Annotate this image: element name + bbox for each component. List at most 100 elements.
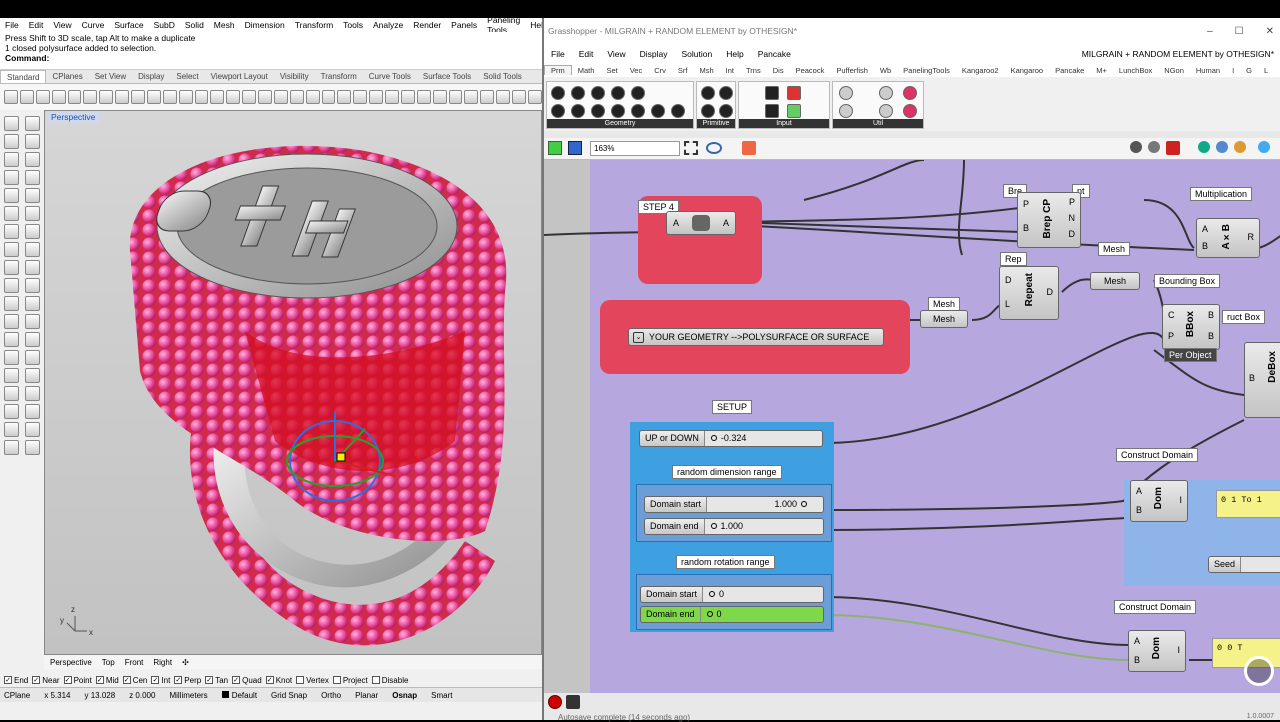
- geometry-param-icon[interactable]: [671, 104, 685, 118]
- osnap-perp[interactable]: ✓ Perp: [174, 676, 201, 685]
- status-cplane[interactable]: CPlane: [4, 691, 30, 700]
- osnap-checkbox[interactable]: ✓: [63, 676, 72, 684]
- util-param-icon[interactable]: [903, 104, 917, 118]
- tool-icon[interactable]: [4, 404, 19, 419]
- rot-domain-end-slider[interactable]: Domain end 0: [640, 606, 824, 623]
- osnap-tan[interactable]: ✓ Tan: [205, 676, 228, 685]
- view-tab-top[interactable]: Top: [102, 658, 115, 667]
- tool-icon[interactable]: [4, 116, 19, 131]
- primitive-param-icon[interactable]: [701, 104, 715, 118]
- display-mode-icon[interactable]: [1234, 141, 1246, 153]
- slider-knob[interactable]: [710, 523, 717, 529]
- gh-tab-prm[interactable]: Prm: [544, 65, 572, 75]
- tool-icon[interactable]: [4, 440, 19, 455]
- display-mode-icon[interactable]: [1258, 141, 1270, 153]
- tool-icon[interactable]: [25, 296, 40, 311]
- gh-tab-peacock[interactable]: Peacock: [790, 66, 831, 75]
- menu-subd[interactable]: SubD: [149, 20, 180, 30]
- osnap-cen[interactable]: ✓ Cen: [122, 676, 147, 685]
- menu-panels[interactable]: Panels: [446, 20, 482, 30]
- gh-tab-set[interactable]: Set: [600, 66, 623, 75]
- repeat-label[interactable]: Rep: [1000, 252, 1027, 266]
- status-units[interactable]: Millimeters: [169, 691, 207, 700]
- bounding-box-label[interactable]: Bounding Box: [1154, 274, 1221, 288]
- repeat-component[interactable]: D L D Repeat: [999, 266, 1059, 320]
- mesh2-param[interactable]: Mesh: [1090, 272, 1140, 290]
- geometry-input-param[interactable]: ⌄ YOUR GEOMETRY -->POLYSURFACE OR SURFAC…: [628, 328, 884, 346]
- tool-icon[interactable]: [25, 386, 40, 401]
- toolbar-tool-icon[interactable]: [337, 90, 352, 104]
- toolbar-tool-icon[interactable]: [353, 90, 368, 104]
- tool-icon[interactable]: [25, 440, 40, 455]
- osnap-checkbox[interactable]: ✓: [95, 676, 104, 684]
- menu-view[interactable]: View: [48, 20, 76, 30]
- gh-tab-pufferfish[interactable]: Pufferfish: [830, 66, 874, 75]
- up-or-down-slider[interactable]: UP or DOWN -0.324: [639, 430, 823, 447]
- geometry-param-icon[interactable]: [631, 86, 645, 100]
- toolbar-tool-icon[interactable]: [67, 90, 82, 104]
- tool-icon[interactable]: [4, 368, 19, 383]
- save-icon[interactable]: [568, 141, 582, 155]
- display-mode-icon[interactable]: [1198, 141, 1210, 153]
- slider-value-track[interactable]: -0.324: [704, 431, 822, 446]
- toolbar-tool-icon[interactable]: [512, 90, 526, 104]
- slider-knob[interactable]: [710, 435, 717, 441]
- toolbar-tool-icon[interactable]: [464, 90, 479, 104]
- display-mode-icon[interactable]: [1216, 141, 1228, 153]
- tool-icon[interactable]: [4, 278, 19, 293]
- add-view-icon[interactable]: ✣: [182, 658, 189, 667]
- osnap-checkbox[interactable]: ✓: [205, 676, 214, 684]
- construct-domain-1[interactable]: A B I Dom: [1130, 480, 1188, 522]
- sketch-pen-icon[interactable]: [742, 141, 756, 155]
- osnap-mid[interactable]: ✓ Mid: [95, 676, 119, 685]
- primitive-param-icon[interactable]: [701, 86, 715, 100]
- tool-icon[interactable]: [25, 188, 40, 203]
- osnap-project[interactable]: Project: [332, 676, 368, 685]
- gh-tab-msh[interactable]: Msh: [693, 66, 719, 75]
- tool-icon[interactable]: [25, 260, 40, 275]
- record-icon[interactable]: [548, 695, 562, 709]
- menu-solid[interactable]: Solid: [180, 20, 209, 30]
- rot-domain-start-slider[interactable]: Domain start 0: [640, 586, 824, 603]
- tab-visibility[interactable]: Visibility: [274, 70, 315, 83]
- construct-box-label[interactable]: ruct Box: [1222, 310, 1266, 324]
- gh-tab-trns[interactable]: Trns: [740, 66, 767, 75]
- tab-display[interactable]: Display: [132, 70, 170, 83]
- step4-component[interactable]: A A: [666, 211, 736, 235]
- gh-menu-help[interactable]: Help: [719, 49, 750, 59]
- osnap-checkbox[interactable]: ✓: [265, 676, 274, 684]
- menu-curve[interactable]: Curve: [77, 20, 110, 30]
- gh-menu-edit[interactable]: Edit: [572, 49, 601, 59]
- slider-value-track[interactable]: 0: [700, 607, 823, 622]
- tool-icon[interactable]: [25, 368, 40, 383]
- slider-value-track[interactable]: 1.000: [704, 519, 823, 534]
- preview-mode-icon[interactable]: [1130, 141, 1142, 153]
- toolbar-tool-icon[interactable]: [242, 90, 256, 104]
- tool-icon[interactable]: [25, 134, 40, 149]
- osnap-vertex[interactable]: Vertex: [296, 676, 329, 685]
- osnap-end[interactable]: ✓ End: [4, 676, 28, 685]
- preview-eye-icon[interactable]: [706, 142, 722, 154]
- gh-tab-ngon[interactable]: NGon: [1158, 66, 1190, 75]
- tool-icon[interactable]: [4, 152, 19, 167]
- menu-transform[interactable]: Transform: [290, 20, 338, 30]
- tab-select[interactable]: Select: [170, 70, 204, 83]
- mesh2-label[interactable]: Mesh: [1098, 242, 1131, 256]
- menu-edit[interactable]: Edit: [24, 20, 49, 30]
- minimize-icon[interactable]: –: [1207, 18, 1213, 45]
- per-object-label[interactable]: Per Object: [1164, 348, 1217, 362]
- geometry-param-icon[interactable]: [591, 86, 605, 100]
- status-osnap[interactable]: Osnap: [392, 691, 417, 700]
- tool-icon[interactable]: [4, 260, 19, 275]
- toolbar-tool-icon[interactable]: [369, 90, 383, 104]
- preview-mode-icon[interactable]: [1148, 141, 1160, 153]
- construct-domain-label-2[interactable]: Construct Domain: [1114, 600, 1197, 614]
- tool-icon[interactable]: [25, 116, 40, 131]
- toolbar-tool-icon[interactable]: [115, 90, 129, 104]
- gh-tab-m-[interactable]: M+: [1090, 66, 1113, 75]
- tool-icon[interactable]: [25, 422, 40, 437]
- gh-tab-i[interactable]: I: [1226, 66, 1240, 75]
- menu-file[interactable]: File: [0, 20, 24, 30]
- tool-icon[interactable]: [25, 350, 40, 365]
- geometry-param-icon[interactable]: [611, 104, 625, 118]
